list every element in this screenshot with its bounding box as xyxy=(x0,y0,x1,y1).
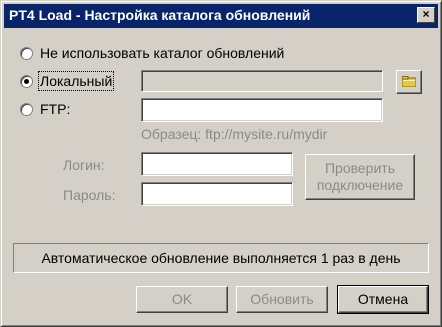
login-label: Логин: xyxy=(63,157,105,173)
cancel-button-label: Отмена xyxy=(357,291,409,307)
login-input[interactable] xyxy=(141,152,293,176)
local-path-field xyxy=(141,70,383,92)
ok-button-label: OK xyxy=(171,291,193,307)
radio-local[interactable] xyxy=(20,75,33,88)
dialog-window: PT4 Load - Настройка каталога обновлений… xyxy=(0,0,442,327)
title-bar[interactable]: PT4 Load - Настройка каталога обновлений… xyxy=(4,4,438,28)
check-connection-button[interactable]: Проверить подключение xyxy=(305,154,415,200)
auto-update-info-text: Автоматическое обновление выполняется 1 … xyxy=(41,250,401,266)
check-connection-label-line2: подключение xyxy=(316,177,404,193)
auto-update-info: Автоматическое обновление выполняется 1 … xyxy=(13,243,429,273)
update-button[interactable]: Обновить xyxy=(236,286,328,313)
close-button[interactable]: × xyxy=(417,7,435,23)
browse-folder-button[interactable] xyxy=(396,70,422,94)
password-label: Пароль: xyxy=(63,187,116,203)
ok-button[interactable]: OK xyxy=(136,286,228,313)
password-input[interactable] xyxy=(141,182,293,206)
folder-icon xyxy=(402,76,416,87)
update-button-label: Обновить xyxy=(250,291,314,307)
ftp-example-hint: Образец: ftp://mysite.ru/mydir xyxy=(141,126,328,142)
radio-ftp-label[interactable]: FTP: xyxy=(40,101,70,117)
radio-local-label[interactable]: Локальный xyxy=(37,71,115,91)
radio-no-catalog-label[interactable]: Не использовать каталог обновлений xyxy=(40,45,284,61)
check-connection-label-line1: Проверить xyxy=(324,160,395,176)
close-icon: × xyxy=(422,7,430,21)
cancel-button[interactable]: Отмена xyxy=(337,285,429,314)
radio-ftp[interactable] xyxy=(20,103,33,116)
radio-local-selected-dot xyxy=(24,79,29,84)
ftp-address-input[interactable] xyxy=(141,98,383,122)
window-title: PT4 Load - Настройка каталога обновлений xyxy=(9,7,311,23)
radio-no-catalog[interactable] xyxy=(20,47,33,60)
